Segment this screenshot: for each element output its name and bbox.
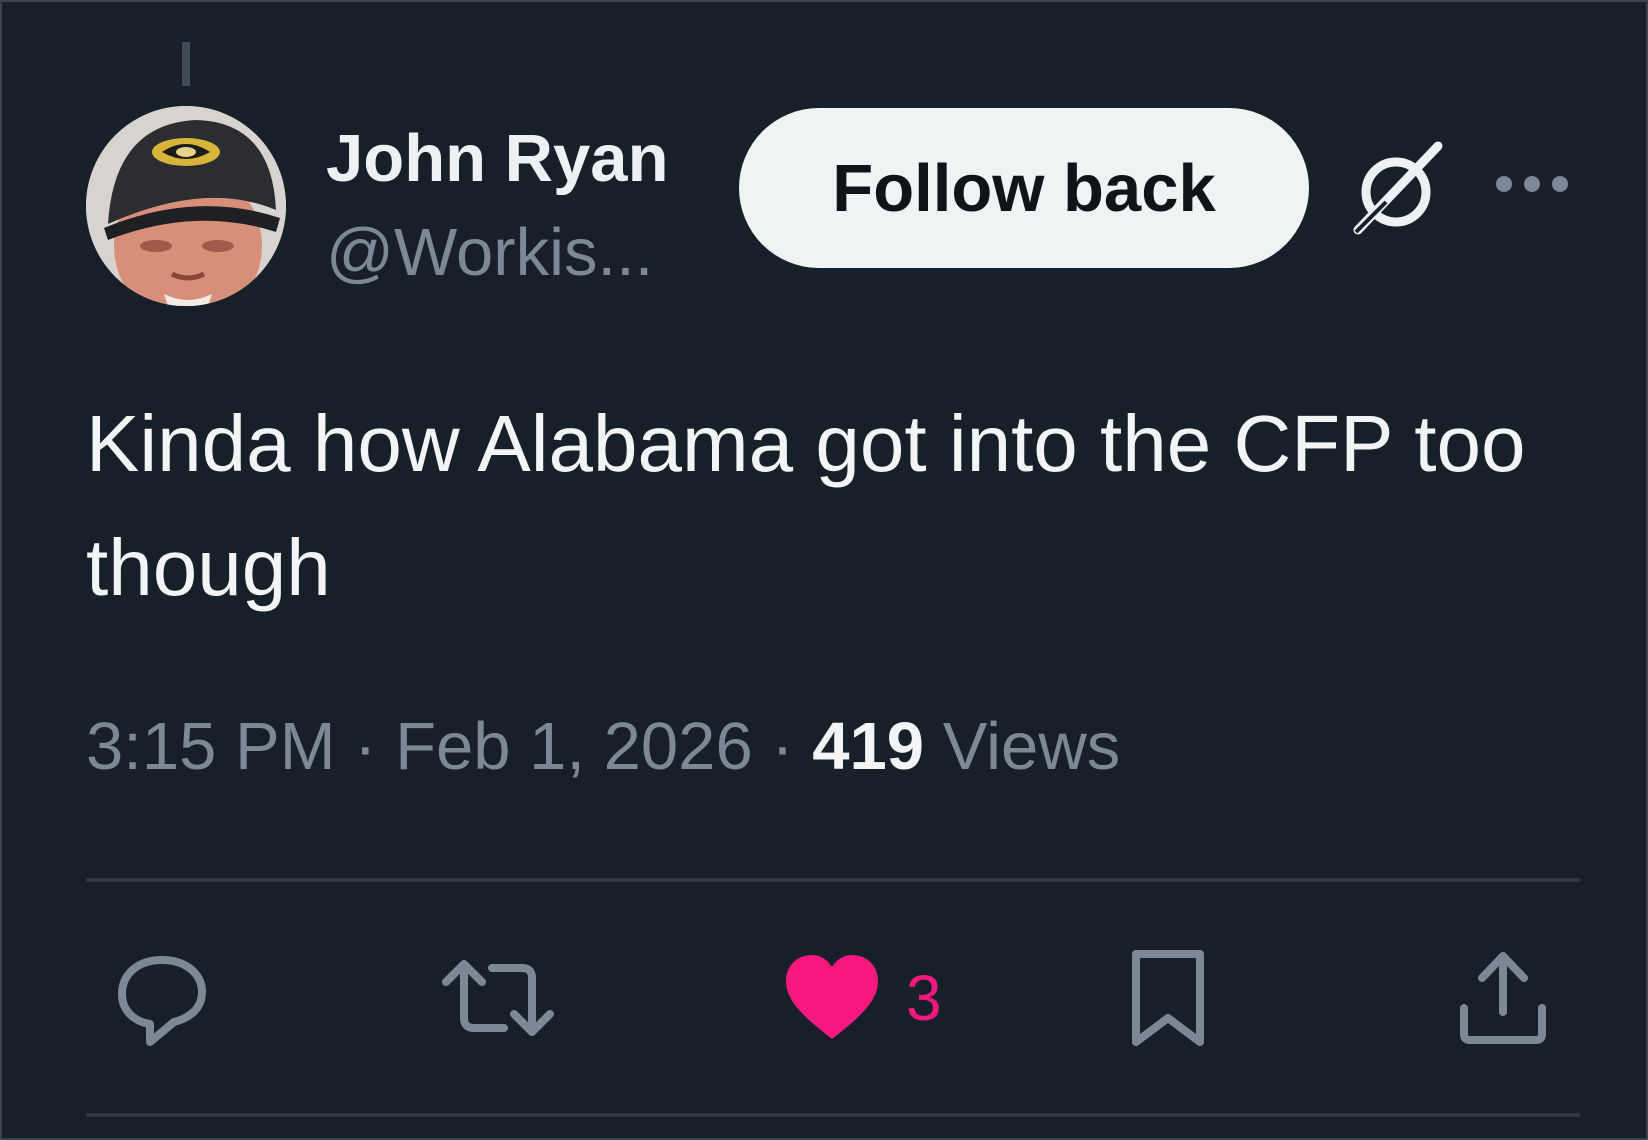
follow-back-button[interactable]: Follow back [739,108,1309,268]
author-handle[interactable]: @Workis... [326,214,653,291]
views-label: Views [942,709,1121,784]
like-button[interactable]: 3 [784,948,942,1048]
author-name[interactable]: John Ryan [326,120,669,197]
grok-icon[interactable] [1346,140,1446,240]
like-count: 3 [906,962,942,1034]
avatar[interactable] [86,106,286,306]
share-icon [1460,952,1546,1044]
tweet-text: Kinda how Alabama got into the CFP too t… [86,399,1526,612]
retweet-button[interactable] [438,948,558,1048]
more-options-icon[interactable] [1494,172,1570,196]
views-count: 419 [812,709,925,784]
thread-connector-line [182,42,190,86]
reply-button[interactable] [112,948,212,1048]
tweet-date[interactable]: Feb 1, 2026 [395,709,753,784]
share-button[interactable] [1458,948,1548,1048]
meta-separator: · [354,709,377,784]
divider [86,878,1580,882]
tweet-time[interactable]: 3:15 PM [86,709,336,784]
tweet-metadata: 3:15 PM · Feb 1, 2026 · 419 Views [86,708,1120,785]
reply-icon [118,956,206,1046]
retweet-icon [442,960,554,1036]
divider [86,1113,1580,1117]
heart-icon [786,955,878,1039]
tweet-detail: John Ryan @Workis... Follow back Kinda h… [0,0,1648,1140]
bookmark-icon [1132,950,1204,1046]
meta-separator: · [771,709,794,784]
bookmark-button[interactable] [1128,948,1208,1048]
